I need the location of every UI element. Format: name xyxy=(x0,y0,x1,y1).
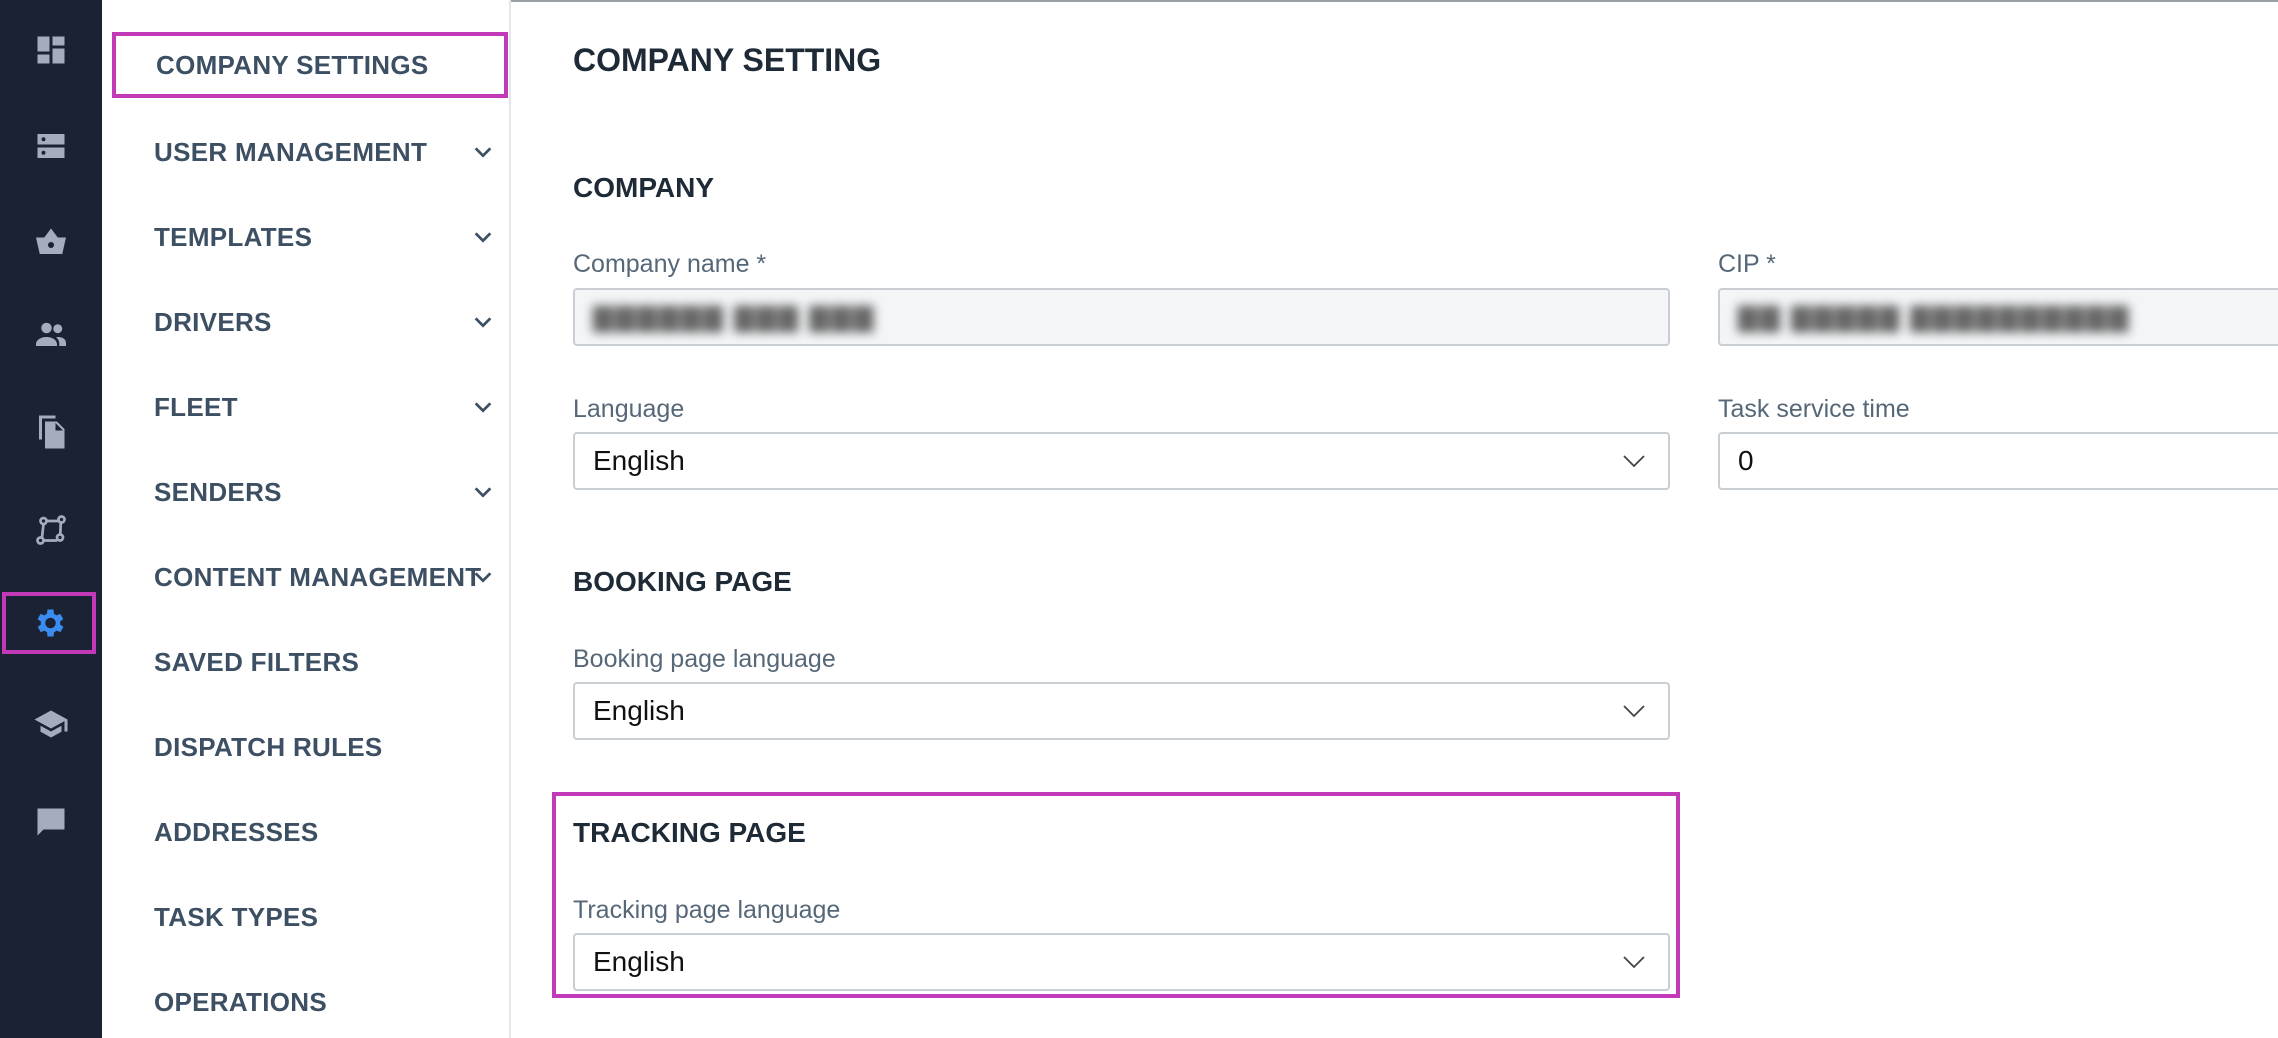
task-service-time-value: 0 xyxy=(1738,445,1754,476)
language-select[interactable]: English xyxy=(573,432,1670,490)
school-icon[interactable] xyxy=(0,694,102,754)
language-select-value: English xyxy=(593,445,685,476)
chevron-down-icon xyxy=(474,147,492,158)
booking-language-value: English xyxy=(593,695,685,726)
chevron-down-icon xyxy=(474,232,492,243)
sidebar-item-label: DISPATCH RULES xyxy=(154,731,383,762)
sidebar-item-label: USER MANAGEMENT xyxy=(154,136,428,167)
sidebar-item-content-management[interactable]: CONTENT MANAGEMENT xyxy=(154,547,494,607)
chevron-down-icon xyxy=(474,317,492,328)
booking-section-title: BOOKING PAGE xyxy=(573,566,792,597)
chevron-down-icon xyxy=(1623,705,1645,718)
sidebar-item-saved-filters[interactable]: SAVED FILTERS xyxy=(154,632,494,692)
sidebar-item-operations[interactable]: OPERATIONS xyxy=(154,972,494,1032)
tracking-language-select[interactable]: English xyxy=(573,933,1670,991)
tracking-language-label: Tracking page language xyxy=(573,896,841,924)
sidebar-item-label: TEMPLATES xyxy=(154,221,313,252)
chevron-down-icon xyxy=(474,402,492,413)
language-label: Language xyxy=(573,395,685,423)
chevron-down-icon xyxy=(474,487,492,498)
settings-sidebar: COMPANY SETTINGS USER MANAGEMENT TEMPLAT… xyxy=(102,0,511,1038)
chat-icon[interactable] xyxy=(0,792,102,852)
sidebar-item-templates[interactable]: TEMPLATES xyxy=(154,207,494,267)
chevron-down-icon xyxy=(1623,455,1645,468)
main-content: COMPANY SETTING COMPANY Company name * ▇… xyxy=(511,0,2278,1038)
icon-rail xyxy=(0,0,102,1038)
sidebar-item-label: SENDERS xyxy=(154,476,282,507)
cip-redacted-block: ▇▇ ▇▇▇▇▇ ▇▇▇▇▇▇▇▇▇▇ xyxy=(1738,301,2131,332)
sidebar-item-label: OPERATIONS xyxy=(154,986,327,1017)
sidebar-item-drivers[interactable]: DRIVERS xyxy=(154,292,494,352)
chevron-down-icon xyxy=(1623,956,1645,969)
booking-language-label: Booking page language xyxy=(573,645,836,673)
sidebar-item-label: DRIVERS xyxy=(154,306,272,337)
task-service-time-input[interactable]: 0 xyxy=(1718,432,2278,490)
cip-field[interactable]: ▇▇ ▇▇▇▇▇ ▇▇▇▇▇▇▇▇▇▇ xyxy=(1718,288,2278,346)
sidebar-item-label: COMPANY SETTINGS xyxy=(156,49,429,80)
page-title: COMPANY SETTING xyxy=(573,42,882,78)
sidebar-item-label: SAVED FILTERS xyxy=(154,646,360,677)
sidebar-item-user-management[interactable]: USER MANAGEMENT xyxy=(154,122,494,182)
gear-icon[interactable] xyxy=(2,592,96,654)
chevron-down-icon xyxy=(474,572,492,583)
sidebar-item-fleet[interactable]: FLEET xyxy=(154,377,494,437)
storage-icon[interactable] xyxy=(0,116,102,176)
sidebar-item-senders[interactable]: SENDERS xyxy=(154,462,494,522)
sidebar-item-label: TASK TYPES xyxy=(154,901,319,932)
company-name-redacted-block: ▇▇▇▇▇▇ ▇▇▇ ▇▇▇ xyxy=(593,301,876,332)
sidebar-item-task-types[interactable]: TASK TYPES xyxy=(154,887,494,947)
tracking-section-title: TRACKING PAGE xyxy=(573,817,806,848)
tracking-language-value: English xyxy=(593,946,685,977)
sidebar-item-company-settings[interactable]: COMPANY SETTINGS xyxy=(112,32,508,98)
sidebar-item-label: CONTENT MANAGEMENT xyxy=(154,561,482,592)
cip-label: CIP * xyxy=(1718,250,1776,278)
sidebar-item-dispatch-rules[interactable]: DISPATCH RULES xyxy=(154,717,494,777)
company-name-field[interactable]: ▇▇▇▇▇▇ ▇▇▇ ▇▇▇ xyxy=(573,288,1670,346)
sidebar-item-label: ADDRESSES xyxy=(154,816,319,847)
sidebar-item-label: FLEET xyxy=(154,391,238,422)
sidebar-item-addresses[interactable]: ADDRESSES xyxy=(154,802,494,862)
routes-icon[interactable] xyxy=(0,500,102,560)
people-icon[interactable] xyxy=(0,304,102,364)
documents-icon[interactable] xyxy=(0,402,102,462)
dashboard-icon[interactable] xyxy=(0,20,102,80)
basket-icon[interactable] xyxy=(0,212,102,272)
task-service-time-label: Task service time xyxy=(1718,395,1910,423)
booking-language-select[interactable]: English xyxy=(573,682,1670,740)
company-section-title: COMPANY xyxy=(573,172,715,203)
company-name-label: Company name * xyxy=(573,250,767,278)
